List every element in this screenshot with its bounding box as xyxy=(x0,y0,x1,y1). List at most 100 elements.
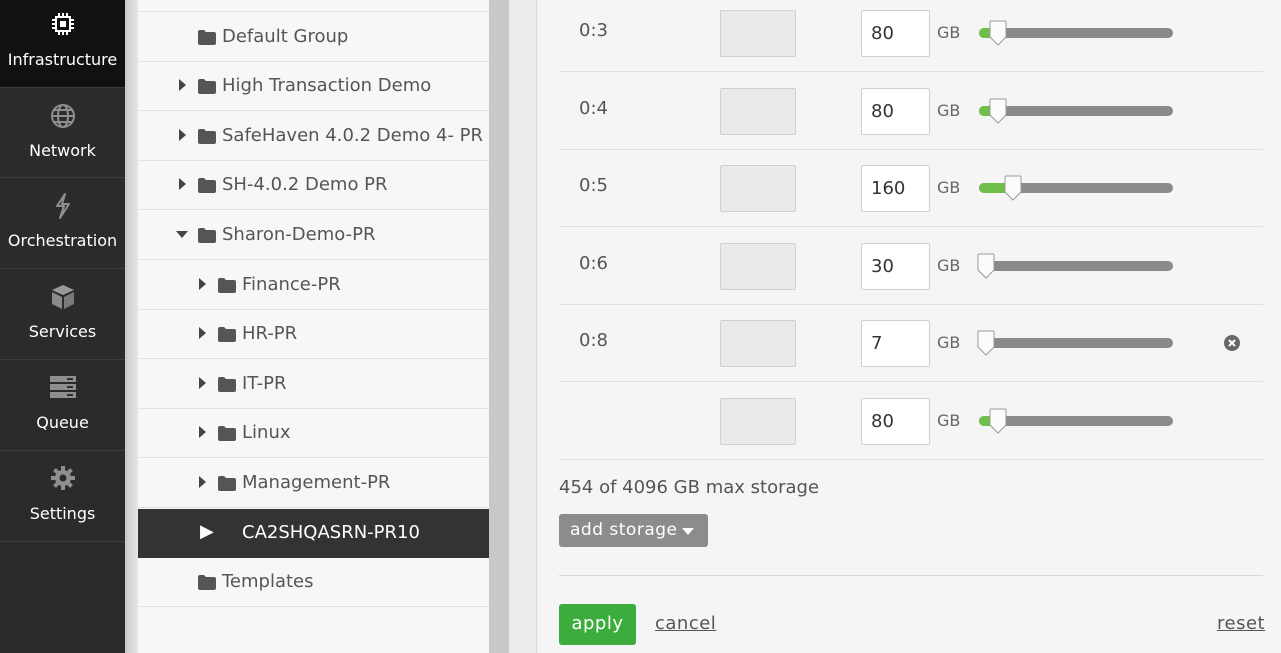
disk-size-slider[interactable] xyxy=(979,98,1173,124)
tree-item[interactable]: IT-PR xyxy=(138,360,489,409)
tree-item[interactable]: Sharon-Demo-PR xyxy=(138,211,489,260)
slider-handle[interactable] xyxy=(988,20,1008,46)
tree-item-label: Sharon-Demo-PR xyxy=(222,224,376,245)
folder-icon xyxy=(218,475,236,496)
cube-icon xyxy=(0,283,125,315)
nav-item-network[interactable]: Network xyxy=(0,88,125,178)
tree-panel-shadow xyxy=(125,0,138,653)
add-storage-button[interactable]: add storage xyxy=(559,514,708,547)
nav-item-settings[interactable]: Settings xyxy=(0,451,125,542)
caret-down-icon[interactable] xyxy=(176,231,188,238)
tree-item[interactable]: Finance-PR xyxy=(138,261,489,310)
nav-item-services[interactable]: Services xyxy=(0,269,125,360)
disk-size-slider[interactable] xyxy=(979,175,1173,201)
apply-button[interactable]: apply xyxy=(559,604,636,645)
queue-icon xyxy=(0,375,125,403)
caret-down-icon xyxy=(682,528,694,535)
disk-size-slider[interactable] xyxy=(977,330,1173,357)
globe-icon xyxy=(0,103,125,133)
disk-size-unit: GB xyxy=(937,255,961,275)
disk-type-field[interactable] xyxy=(720,10,796,57)
disk-id: 0:8 xyxy=(579,330,608,352)
tree-scrollbar[interactable] xyxy=(489,0,509,653)
folder-icon xyxy=(218,326,236,347)
disk-size-input[interactable] xyxy=(861,165,930,213)
disk-row: 0:3 GB xyxy=(559,0,1263,72)
tree-item[interactable]: SH-4.0.2 Demo PR xyxy=(138,161,489,211)
tree-item[interactable]: Templates xyxy=(138,558,489,608)
storage-summary: 454 of 4096 GB max storage xyxy=(559,477,820,498)
caret-right-icon[interactable] xyxy=(179,79,186,92)
folder-icon xyxy=(198,128,216,149)
nav-label-settings: Settings xyxy=(29,504,96,523)
divider xyxy=(559,575,1263,576)
disk-size-unit: GB xyxy=(937,411,961,430)
nav-label-network: Network xyxy=(29,141,96,160)
disk-size-unit: GB xyxy=(937,178,961,198)
remove-disk-icon[interactable] xyxy=(1223,334,1241,352)
disk-id: 0:6 xyxy=(579,252,608,274)
nav-item-queue[interactable]: Queue xyxy=(0,360,125,451)
tree-item[interactable]: Default Group xyxy=(138,13,489,62)
disk-type-field[interactable] xyxy=(720,165,796,213)
nav-label-services: Services xyxy=(28,322,97,341)
nav-label-infrastructure: Infrastructure xyxy=(7,50,118,69)
nav-label-orchestration: Orchestration xyxy=(7,231,118,250)
reset-link[interactable]: reset xyxy=(1217,613,1265,634)
nav-item-infrastructure[interactable]: Infrastructure xyxy=(0,0,125,88)
disk-size-unit: GB xyxy=(937,333,961,353)
nav-item-orchestration[interactable]: Orchestration xyxy=(0,178,125,269)
caret-right-icon[interactable] xyxy=(179,178,186,191)
caret-right-icon[interactable] xyxy=(199,277,206,290)
disk-size-slider[interactable] xyxy=(979,20,1173,46)
disk-type-field[interactable] xyxy=(720,398,796,445)
tree-item[interactable]: High Transaction Demo xyxy=(138,62,489,112)
tree-item-label: High Transaction Demo xyxy=(222,75,432,97)
tree-item-label: Linux xyxy=(242,422,291,444)
tree-item-label: Management-PR xyxy=(242,472,391,493)
orchestration-icon xyxy=(0,193,125,223)
slider-handle[interactable] xyxy=(988,98,1008,124)
disk-type-field[interactable] xyxy=(720,87,796,135)
slider-handle[interactable] xyxy=(1003,175,1023,201)
tree-item-label: Templates xyxy=(222,571,314,593)
disk-row: 0:6 GB xyxy=(559,227,1263,305)
disk-row: GB xyxy=(559,382,1263,460)
main-navigation: Infrastructure Network Orchestration Ser… xyxy=(0,0,125,653)
folder-icon xyxy=(198,574,216,595)
disk-type-field[interactable] xyxy=(720,242,796,290)
folder-icon xyxy=(218,425,236,446)
caret-right-icon[interactable] xyxy=(179,128,186,141)
disk-type-field[interactable] xyxy=(720,320,796,368)
disk-size-input[interactable] xyxy=(861,87,930,135)
slider-handle[interactable] xyxy=(976,330,996,357)
tree-item[interactable]: Archive xyxy=(138,0,489,12)
caret-right-icon[interactable] xyxy=(199,476,206,488)
cancel-link[interactable]: cancel xyxy=(655,613,716,634)
caret-right-icon[interactable] xyxy=(199,327,206,340)
disk-size-slider[interactable] xyxy=(977,253,1173,279)
caret-right-icon[interactable] xyxy=(199,376,206,389)
disk-id: 0:3 xyxy=(579,20,608,41)
folder-icon xyxy=(198,29,216,50)
tree-item[interactable]: SafeHaven 4.0.2 Demo 4- PR xyxy=(138,112,489,161)
tree-item[interactable]: Management-PR xyxy=(138,459,489,508)
disk-size-slider[interactable] xyxy=(979,408,1173,434)
tree-item[interactable]: ▶ CA2SHQASRN-PR10 xyxy=(138,508,489,558)
slider-handle[interactable] xyxy=(976,253,996,279)
tree-item-label: Default Group xyxy=(222,25,349,47)
tree-item-label: SafeHaven 4.0.2 Demo 4- PR xyxy=(222,124,484,146)
disk-size-input[interactable] xyxy=(861,320,930,368)
tree-item[interactable]: HR-PR xyxy=(138,310,489,360)
disk-size-input[interactable] xyxy=(861,242,930,290)
disk-size-unit: GB xyxy=(937,23,961,42)
panel-gutter xyxy=(509,0,537,653)
disk-size-input[interactable] xyxy=(861,398,930,445)
tree-item[interactable]: Linux xyxy=(138,409,489,459)
folder-icon xyxy=(218,277,236,298)
folder-icon xyxy=(198,227,216,248)
slider-handle[interactable] xyxy=(988,408,1008,434)
folder-icon xyxy=(218,376,236,397)
caret-right-icon[interactable] xyxy=(199,426,206,439)
disk-size-input[interactable] xyxy=(861,10,930,57)
